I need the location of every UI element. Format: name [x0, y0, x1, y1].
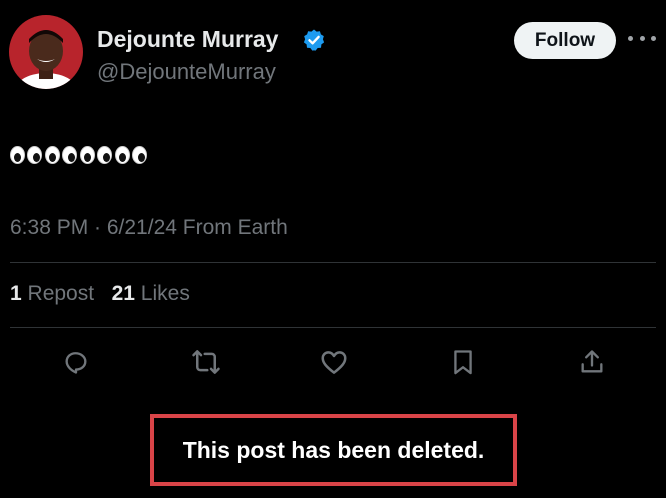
more-options-icon[interactable] [628, 28, 656, 48]
eye-right [27, 146, 42, 164]
eye-right [132, 146, 147, 164]
eye-left [45, 146, 60, 164]
author-handle[interactable]: @DejounteMurray [97, 59, 276, 85]
deleted-notice: This post has been deleted. [150, 414, 517, 486]
eyes-emoji [45, 146, 77, 164]
repost-count[interactable]: 1 [10, 282, 22, 305]
eyes-emoji [10, 146, 42, 164]
dot [651, 35, 656, 41]
avatar-image [9, 15, 83, 89]
post-timestamp[interactable]: 6:38 PM · 6/21/24 From Earth [10, 216, 288, 240]
divider [10, 262, 656, 263]
eye-right [97, 146, 112, 164]
dot [628, 35, 633, 41]
divider [10, 327, 656, 328]
follow-button[interactable]: Follow [514, 22, 616, 59]
post-stats: 1 Repost 21 Likes [10, 282, 190, 306]
repost-label[interactable]: Repost [28, 282, 95, 305]
action-bar [0, 344, 666, 380]
reply-icon[interactable] [58, 344, 94, 380]
verified-badge-icon [302, 28, 326, 52]
eye-left [80, 146, 95, 164]
eye-left [10, 146, 25, 164]
share-icon[interactable] [574, 344, 610, 380]
eyes-emoji [80, 146, 112, 164]
likes-label[interactable]: Likes [141, 282, 190, 305]
eye-left [115, 146, 130, 164]
repost-icon[interactable] [188, 344, 224, 380]
post-content [10, 138, 147, 172]
dot [639, 35, 645, 41]
deleted-message: This post has been deleted. [182, 436, 485, 463]
like-icon[interactable] [316, 344, 352, 380]
eye-right [62, 146, 77, 164]
bookmark-icon[interactable] [445, 344, 481, 380]
likes-count[interactable]: 21 [112, 282, 135, 305]
eyes-emoji [115, 146, 147, 164]
author-name[interactable]: Dejounte Murray [97, 26, 278, 53]
avatar[interactable] [9, 15, 83, 89]
